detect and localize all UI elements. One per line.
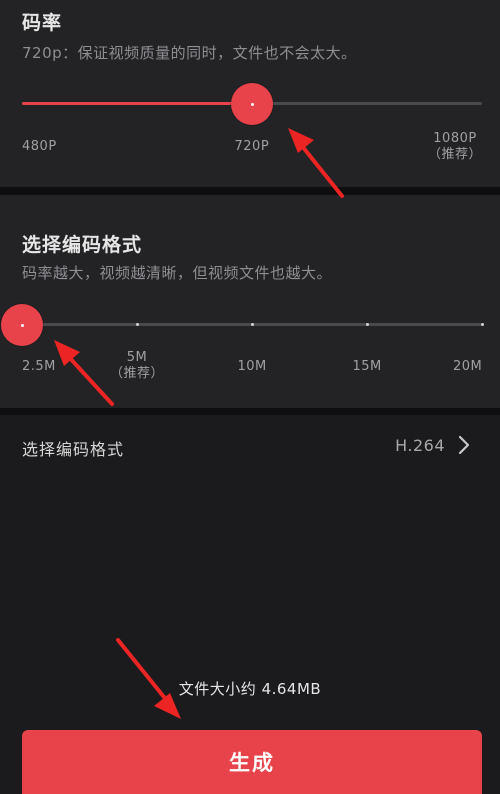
- bitrate-section: 选择编码格式 码率越大，视频越清晰，但视频文件也越大。 2.5M 5M （推荐）…: [0, 195, 500, 408]
- generate-button[interactable]: 生成: [22, 730, 482, 794]
- bitrate-label-15m[interactable]: 15M: [353, 359, 382, 375]
- label-text: 1080P: [433, 131, 477, 146]
- export-settings-screen: 码率 720p：保证视频质量的同时，文件也不会太大。 480P 720P 108…: [0, 0, 500, 794]
- bitrate-slider-thumb[interactable]: [1, 304, 43, 346]
- label-text: 720P: [234, 139, 270, 154]
- label-text: 2.5M: [22, 359, 56, 374]
- recommended-note: （推荐）: [110, 366, 165, 381]
- label-text: 5M: [126, 350, 148, 365]
- thumb-center-dot: [20, 323, 24, 327]
- section-divider: [0, 408, 500, 415]
- thumb-center-dot: [250, 102, 254, 106]
- label-text: 15M: [352, 359, 382, 374]
- codec-format-value: H.264: [395, 436, 445, 455]
- codec-format-label: 选择编码格式: [22, 440, 125, 459]
- resolution-slider-fill: [22, 102, 252, 105]
- bitrate-slider-track[interactable]: [22, 323, 484, 326]
- section-divider: [0, 187, 500, 195]
- bitrate-label-10m[interactable]: 10M: [238, 359, 267, 375]
- recommended-note: （推荐）: [428, 147, 483, 162]
- resolution-title: 码率: [22, 12, 63, 34]
- label-text: 10M: [237, 359, 267, 374]
- chevron-right-icon: [458, 435, 470, 455]
- bitrate-tick: [136, 323, 139, 326]
- resolution-label-480p[interactable]: 480P: [22, 139, 57, 155]
- bitrate-tick: [366, 323, 369, 326]
- bitrate-tick: [251, 323, 254, 326]
- file-size-estimate: 文件大小约 4.64MB: [178, 680, 322, 698]
- resolution-section: 码率 720p：保证视频质量的同时，文件也不会太大。 480P 720P 108…: [0, 0, 500, 187]
- bitrate-tick: [481, 323, 484, 326]
- bitrate-label-2-5m[interactable]: 2.5M: [22, 359, 56, 375]
- resolution-label-1080p[interactable]: 1080P （推荐）: [428, 131, 482, 163]
- codec-format-row[interactable]: 选择编码格式 H.264: [0, 415, 500, 477]
- resolution-description: 720p：保证视频质量的同时，文件也不会太大。: [22, 44, 357, 62]
- bitrate-label-5m[interactable]: 5M （推荐）: [110, 350, 164, 382]
- resolution-slider-thumb[interactable]: [231, 83, 273, 125]
- label-text: 480P: [22, 139, 57, 154]
- resolution-label-720p[interactable]: 720P: [235, 139, 270, 155]
- bitrate-description: 码率越大，视频越清晰，但视频文件也越大。: [22, 264, 333, 282]
- bitrate-title: 选择编码格式: [22, 234, 143, 256]
- label-text: 20M: [453, 359, 483, 374]
- bitrate-label-20m[interactable]: 20M: [453, 359, 482, 375]
